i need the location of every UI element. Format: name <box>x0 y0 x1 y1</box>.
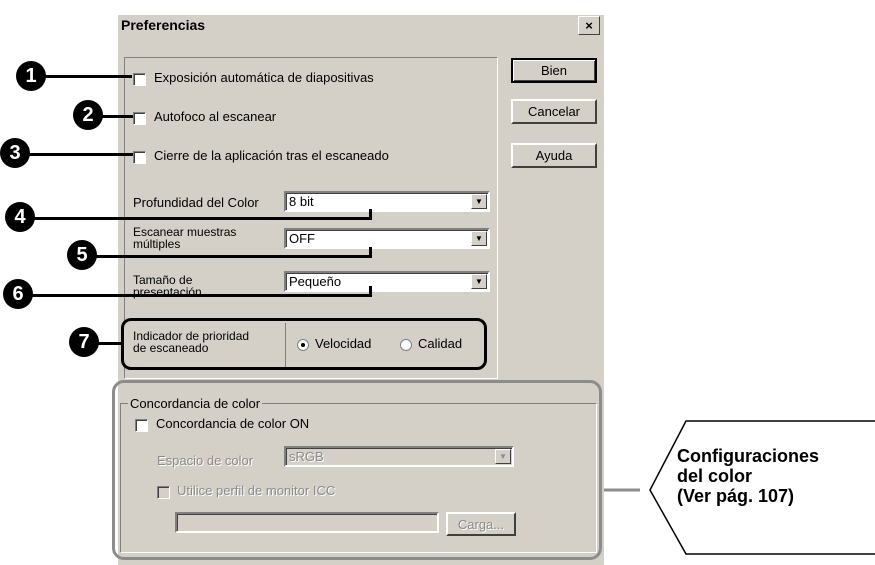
callout-badge-3: 3 <box>0 138 30 168</box>
multi-sample-select[interactable]: OFF ▼ <box>284 228 490 249</box>
color-space-value: sRGB <box>289 449 324 464</box>
close-app-label: Cierre de la aplicación tras el escanead… <box>154 148 389 163</box>
priority-divider <box>285 323 286 367</box>
cancel-button[interactable]: Cancelar <box>511 99 597 124</box>
dropdown-arrow-icon[interactable]: ▼ <box>471 231 487 246</box>
ok-button[interactable]: Bien <box>511 58 597 83</box>
auto-exposure-label: Exposición automática de diapositivas <box>154 70 374 85</box>
multi-sample-label: Escanear muestras múltiples <box>133 225 237 251</box>
color-matching-checkbox[interactable] <box>135 419 148 432</box>
dialog-title: Preferencias <box>121 17 206 33</box>
color-depth-select[interactable]: 8 bit ▼ <box>284 191 490 212</box>
callout-tick-6 <box>369 286 372 296</box>
color-space-select[interactable]: sRGB ▼ <box>284 446 514 467</box>
callout-badge-7: 7 <box>69 327 99 357</box>
multi-sample-value: OFF <box>289 231 315 246</box>
auto-exposure-checkbox[interactable] <box>133 73 146 86</box>
callout-badge-4: 4 <box>5 202 35 232</box>
icc-profile-label: Utilice perfil de monitor ICC <box>177 483 336 498</box>
callout-badge-6: 6 <box>3 279 33 309</box>
quality-radio[interactable] <box>400 339 412 351</box>
callout-tick-5 <box>369 247 372 257</box>
icc-path-field[interactable] <box>175 512 439 533</box>
autofocus-label: Autofoco al escanear <box>154 109 277 124</box>
dropdown-arrow-icon[interactable]: ▼ <box>495 449 511 464</box>
preview-size-select[interactable]: Pequeño ▼ <box>284 271 490 292</box>
load-button[interactable]: Carga... <box>446 512 516 536</box>
callout-tick-4 <box>369 209 372 219</box>
callout-badge-2: 2 <box>73 100 103 130</box>
icc-profile-checkbox[interactable] <box>157 486 170 499</box>
close-button[interactable]: × <box>578 16 600 35</box>
quality-label: Calidad <box>418 336 463 351</box>
close-app-checkbox[interactable] <box>133 151 146 164</box>
color-depth-label: Profundidad del Color <box>133 195 259 210</box>
color-matching-group-title: Concordancia de color <box>128 396 263 411</box>
callout-line-6 <box>18 294 372 297</box>
preview-size-value: Pequeño <box>289 274 342 289</box>
priority-label: Indicador de prioridad de escaneado <box>133 329 250 355</box>
speed-radio[interactable] <box>297 339 309 351</box>
callout-line-3 <box>16 153 133 156</box>
callout-line-4 <box>20 217 372 220</box>
speed-label: Velocidad <box>315 336 372 351</box>
autofocus-checkbox[interactable] <box>133 112 146 125</box>
help-button[interactable]: Ayuda <box>511 143 597 168</box>
callout-line-5 <box>82 255 372 258</box>
callout-badge-5: 5 <box>67 240 97 270</box>
callout-badge-1: 1 <box>16 61 46 91</box>
dropdown-arrow-icon[interactable]: ▼ <box>471 274 487 289</box>
color-space-label: Espacio de color <box>157 453 254 468</box>
color-depth-value: 8 bit <box>289 194 314 209</box>
color-matching-label: Concordancia de color ON <box>156 416 310 431</box>
dropdown-arrow-icon[interactable]: ▼ <box>471 194 487 209</box>
color-settings-callout-text: Configuraciones del color (Ver pág. 107) <box>677 446 820 506</box>
